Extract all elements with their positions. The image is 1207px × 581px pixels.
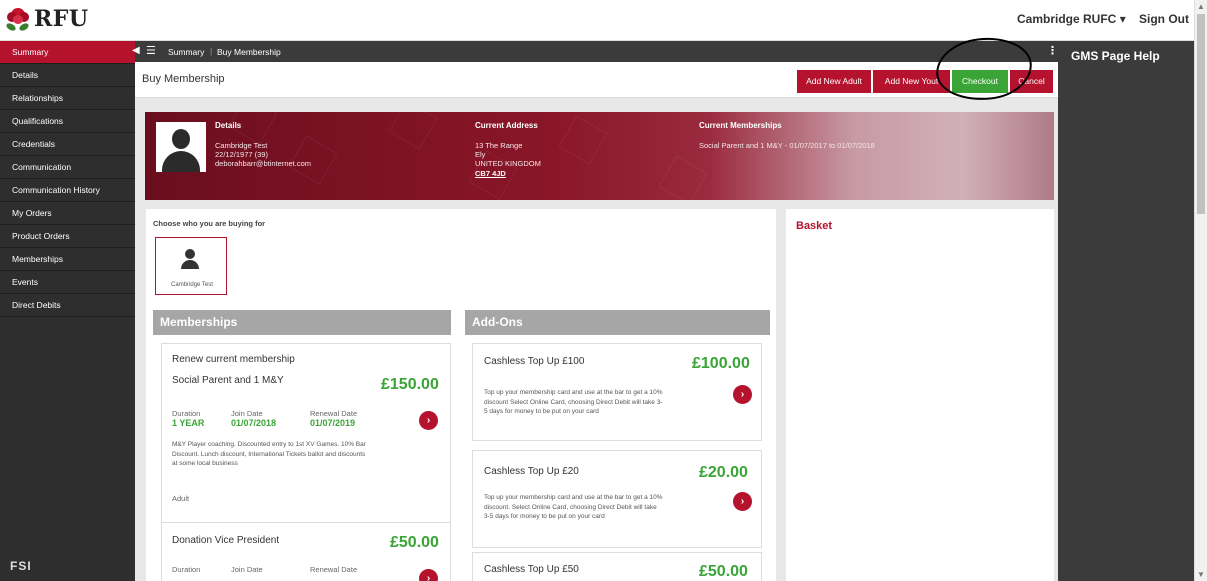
page-title: Buy Membership bbox=[142, 73, 225, 85]
main-content: Buy Membership Add New Adult Add New You… bbox=[135, 62, 1058, 581]
avatar bbox=[156, 122, 206, 172]
join-date-label: Join Date bbox=[231, 409, 263, 418]
sidebar-item-events[interactable]: Events bbox=[0, 271, 135, 294]
breadcrumb: ◀ ☰ Summary | Buy Membership ⋮ bbox=[132, 41, 1058, 62]
rfu-logo[interactable]: RFU bbox=[5, 6, 89, 33]
profile-banner: Details Cambridge Test 22/12/1977 (39) d… bbox=[145, 112, 1054, 200]
cancel-button[interactable]: Cancel bbox=[1010, 70, 1053, 93]
select-membership-icon[interactable]: › bbox=[419, 569, 438, 581]
addon-price: £50.00 bbox=[699, 563, 748, 580]
duration-label: Duration bbox=[172, 409, 201, 418]
current-membership-value: Social Parent and 1 M&Y - 01/07/2017 to … bbox=[699, 141, 875, 150]
page-scrollbar[interactable]: ▲ ▼ bbox=[1194, 0, 1207, 581]
sidebar-nav: Summary Details Relationships Qualificat… bbox=[0, 41, 135, 581]
membership-card: Donation Vice President £50.00 Duration … bbox=[161, 523, 451, 581]
rose-icon bbox=[5, 6, 30, 33]
buyer-card[interactable]: Cambridge Test bbox=[155, 237, 227, 295]
join-date-label: Join Date bbox=[231, 565, 263, 574]
join-date-value: 01/07/2018 bbox=[231, 418, 277, 428]
address-label: Current Address bbox=[475, 121, 538, 130]
logo-text: RFU bbox=[34, 6, 89, 32]
choose-buyer-label: Choose who you are buying for bbox=[153, 219, 266, 228]
club-selector[interactable]: Cambridge RUFC ▾ bbox=[1017, 12, 1126, 26]
add-new-adult-button[interactable]: Add New Adult bbox=[797, 70, 871, 93]
addon-description: Top up your membership card and use at t… bbox=[484, 494, 663, 520]
fsi-logo: FSI bbox=[10, 559, 36, 573]
addon-price: £100.00 bbox=[692, 355, 750, 372]
addon-name: Cashless Top Up £50 bbox=[484, 564, 579, 575]
profile-name: Cambridge Test bbox=[215, 141, 268, 150]
sidebar-item-qualifications[interactable]: Qualifications bbox=[0, 110, 135, 133]
select-membership-icon[interactable]: › bbox=[419, 411, 438, 430]
address-postcode[interactable]: CB7 4JD bbox=[475, 169, 506, 178]
profile-email: deborahbarr@btinternet.com bbox=[215, 159, 311, 168]
addon-description: Top up your membership card and use at t… bbox=[484, 389, 663, 415]
buyer-name: Cambridge Test bbox=[171, 282, 213, 288]
renewal-date-label: Renewal Date bbox=[310, 409, 358, 418]
collapse-sidebar-icon[interactable]: ◀ bbox=[132, 45, 140, 56]
address-line3: UNITED KINGDOM bbox=[475, 159, 541, 168]
person-icon bbox=[185, 249, 195, 259]
membership-name: Donation Vice President bbox=[172, 535, 280, 546]
sign-out-link[interactable]: Sign Out bbox=[1139, 12, 1189, 26]
help-title: GMS Page Help bbox=[1071, 49, 1160, 63]
sidebar-item-communication-history[interactable]: Communication History bbox=[0, 179, 135, 202]
duration-value: 1 YEAR bbox=[172, 418, 205, 428]
scrollbar-thumb[interactable] bbox=[1197, 14, 1205, 214]
add-new-youth-button[interactable]: Add New Yout bbox=[873, 70, 950, 93]
page-header: Buy Membership Add New Adult Add New You… bbox=[135, 62, 1058, 98]
details-label: Details bbox=[215, 121, 242, 130]
breadcrumb-separator: | bbox=[210, 46, 213, 56]
sidebar-item-communication[interactable]: Communication bbox=[0, 156, 135, 179]
membership-price: £150.00 bbox=[381, 376, 439, 393]
sidebar-item-my-orders[interactable]: My Orders bbox=[0, 202, 135, 225]
addon-name: Cashless Top Up £20 bbox=[484, 466, 579, 477]
address-line1: 13 The Range bbox=[475, 141, 523, 150]
membership-card: Renew current membership Social Parent a… bbox=[161, 343, 451, 523]
more-options-icon[interactable]: ⋮ bbox=[1047, 44, 1058, 57]
scroll-up-icon[interactable]: ▲ bbox=[1197, 2, 1205, 11]
add-addon-icon[interactable]: › bbox=[733, 492, 752, 511]
addon-price: £20.00 bbox=[699, 464, 748, 481]
addon-name: Cashless Top Up £100 bbox=[484, 356, 585, 367]
sidebar-item-memberships[interactable]: Memberships bbox=[0, 248, 135, 271]
breadcrumb-summary[interactable]: Summary bbox=[168, 47, 204, 57]
sidebar-item-product-orders[interactable]: Product Orders bbox=[0, 225, 135, 248]
sidebar-item-relationships[interactable]: Relationships bbox=[0, 87, 135, 110]
purchase-panel: Choose who you are buying for Cambridge … bbox=[146, 209, 776, 581]
address-line2: Ely bbox=[475, 150, 486, 159]
memberships-heading: Memberships bbox=[153, 310, 451, 335]
renewal-date-value: 01/07/2019 bbox=[310, 418, 356, 428]
addon-card: Cashless Top Up £50 £50.00 bbox=[472, 552, 762, 581]
scroll-down-icon[interactable]: ▼ bbox=[1197, 570, 1205, 579]
sidebar-item-summary[interactable]: Summary bbox=[0, 41, 135, 64]
basket-title: Basket bbox=[796, 220, 833, 232]
sidebar-item-credentials[interactable]: Credentials bbox=[0, 133, 135, 156]
club-name: Cambridge RUFC bbox=[1017, 12, 1117, 26]
fsi-logo-text: FSI bbox=[10, 559, 32, 573]
membership-description: M&Y Player coaching. Discounted entry to… bbox=[172, 441, 366, 467]
renew-group-label: Renew current membership bbox=[172, 354, 295, 365]
profile-dob: 22/12/1977 (39) bbox=[215, 150, 268, 159]
breadcrumb-buy-membership: Buy Membership bbox=[217, 47, 281, 57]
addon-card: Cashless Top Up £20 £20.00 Top up your m… bbox=[472, 450, 762, 548]
sidebar-item-details[interactable]: Details bbox=[0, 64, 135, 87]
checkout-button[interactable]: Checkout bbox=[952, 70, 1008, 93]
menu-icon[interactable]: ☰ bbox=[146, 44, 156, 57]
renewal-date-label: Renewal Date bbox=[310, 565, 358, 574]
membership-price: £50.00 bbox=[390, 534, 439, 551]
sidebar-item-direct-debits[interactable]: Direct Debits bbox=[0, 294, 135, 317]
duration-label: Duration bbox=[172, 565, 201, 574]
addon-card: Cashless Top Up £100 £100.00 Top up your… bbox=[472, 343, 762, 441]
chevron-down-icon: ▾ bbox=[1119, 12, 1126, 26]
current-memberships-label: Current Memberships bbox=[699, 121, 782, 130]
membership-type: Adult bbox=[172, 494, 190, 503]
membership-name: Social Parent and 1 M&Y bbox=[172, 375, 284, 386]
addons-heading: Add-Ons bbox=[465, 310, 770, 335]
add-addon-icon[interactable]: › bbox=[733, 385, 752, 404]
help-panel: GMS Page Help bbox=[1058, 41, 1194, 581]
top-bar: RFU Cambridge RUFC ▾ Sign Out bbox=[0, 0, 1194, 41]
basket-panel: Basket bbox=[786, 209, 1054, 581]
